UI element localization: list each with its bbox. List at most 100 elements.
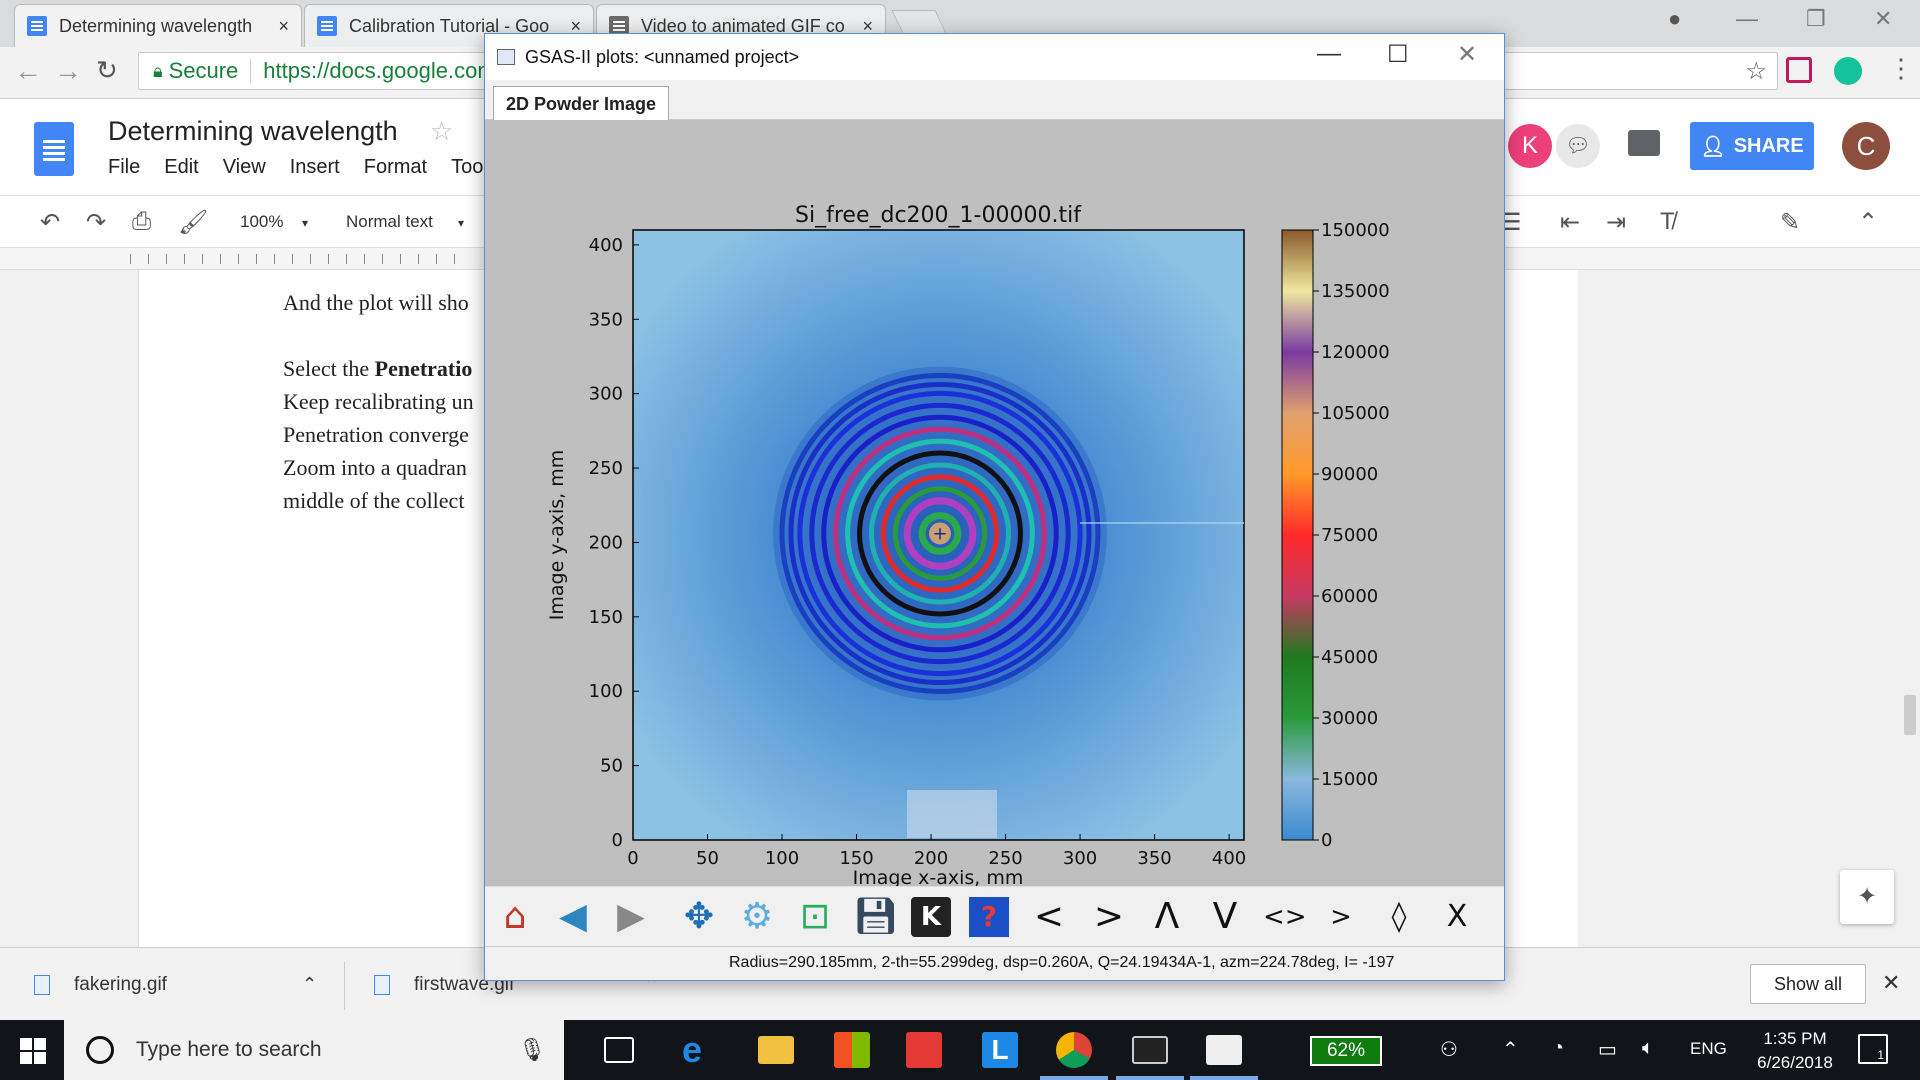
plot-canvas[interactable]: Si_free_dc200_1-00000.tif + 0 50 100 150 200…: [485, 120, 1504, 886]
show-hidden-icon[interactable]: ⌃: [1502, 1037, 1519, 1062]
terminal-icon[interactable]: [1132, 1036, 1168, 1064]
colorbar-ticks: 1500001350001200001050009000075000600004…: [1313, 220, 1390, 851]
print-icon[interactable]: ⎙: [132, 208, 151, 236]
grammarly-icon[interactable]: [1834, 57, 1862, 85]
zoom-icon[interactable]: ⊡: [795, 897, 835, 937]
notifications-icon[interactable]: 1: [1858, 1034, 1888, 1064]
microphone-icon[interactable]: 🎙︎: [518, 1037, 546, 1063]
tab-2d-powder-image[interactable]: 2D Powder Image: [493, 86, 670, 120]
chrome-icon[interactable]: [1056, 1032, 1092, 1068]
volume-icon[interactable]: 🔈︎: [1642, 1037, 1654, 1060]
windows-start-icon[interactable]: [20, 1038, 46, 1064]
app-icon[interactable]: [906, 1032, 942, 1068]
chevron-down-icon[interactable]: ▾: [302, 216, 308, 230]
collapse-icon[interactable]: ⌃: [1858, 208, 1878, 237]
star-icon[interactable]: ☆: [430, 116, 453, 147]
wifi-icon[interactable]: ◔: [1552, 1037, 1564, 1060]
paint-format-icon[interactable]: 🖌︎: [178, 208, 208, 237]
zoom-select[interactable]: 100%: [240, 212, 283, 232]
pocket-icon[interactable]: [1786, 57, 1812, 83]
menu-edit[interactable]: Edit: [164, 156, 198, 179]
close-shelf-icon[interactable]: ✕: [1882, 970, 1900, 996]
share-button[interactable]: 👤︎ SHARE: [1690, 122, 1814, 170]
powder-image-chart[interactable]: Si_free_dc200_1-00000.tif + 0 50 100 150 200…: [485, 120, 1504, 886]
scrollbar-thumb[interactable]: [1904, 695, 1916, 735]
shrink-horizontal-button[interactable]: ><: [1321, 897, 1361, 972]
people-icon[interactable]: ⚇: [1440, 1037, 1458, 1062]
ipython-icon[interactable]: [1206, 1035, 1242, 1065]
minimize-icon[interactable]: —: [1317, 40, 1341, 68]
explore-icon[interactable]: ✦: [1840, 870, 1894, 924]
file-explorer-icon[interactable]: [758, 1036, 794, 1064]
close-window-icon[interactable]: ✕: [1874, 6, 1892, 32]
forward-arrow-icon[interactable]: →: [54, 55, 82, 87]
reload-icon[interactable]: ↻: [96, 55, 118, 86]
redo-icon[interactable]: ↷: [86, 208, 106, 237]
menu-view[interactable]: View: [223, 156, 266, 179]
shift-left-button[interactable]: <: [1029, 897, 1069, 937]
chat-icon[interactable]: 💬︎: [1556, 124, 1600, 168]
increase-indent-icon[interactable]: ⇥: [1606, 208, 1626, 237]
bookmark-star-icon[interactable]: ☆: [1745, 57, 1767, 86]
profile-icon[interactable]: ●: [1668, 6, 1681, 32]
tab-determining-wavelength[interactable]: Determining wavelength ×: [14, 4, 302, 47]
menu-tools[interactable]: Tool: [451, 156, 488, 179]
menu-dots-icon[interactable]: ⋮: [1888, 53, 1914, 84]
restore-icon[interactable]: ❐: [1806, 6, 1826, 32]
back-arrow-icon[interactable]: ←: [14, 55, 42, 87]
clear-formatting-icon[interactable]: T̸: [1660, 208, 1675, 236]
pan-icon[interactable]: ✥: [679, 897, 719, 937]
help-icon[interactable]: ?: [969, 897, 1009, 937]
battery-icon[interactable]: ▭: [1598, 1037, 1617, 1062]
decrease-indent-icon[interactable]: ⇤: [1560, 208, 1580, 237]
shift-down-button[interactable]: V: [1205, 897, 1245, 937]
battery-indicator[interactable]: 62%: [1310, 1036, 1382, 1066]
shrink-vertical-button[interactable]: Ⅹ: [1437, 897, 1477, 937]
comments-icon[interactable]: [1628, 130, 1660, 156]
edge-icon[interactable]: e: [682, 1032, 718, 1068]
close-icon[interactable]: ✕: [1457, 40, 1477, 69]
ruler-ticks: [130, 254, 470, 264]
maximize-icon[interactable]: ☐: [1387, 40, 1409, 69]
undo-icon[interactable]: ↶: [40, 208, 60, 237]
person-add-icon: 👤︎: [1700, 135, 1726, 158]
shift-right-button[interactable]: >: [1089, 897, 1129, 937]
shift-up-button[interactable]: Λ: [1147, 897, 1187, 937]
key-icon[interactable]: K: [911, 897, 951, 937]
url-text: https://docs.google.com: [263, 58, 496, 83]
clock[interactable]: 1:35 PM 6/26/2018: [1740, 1027, 1850, 1075]
editing-mode-icon[interactable]: ✎: [1780, 208, 1800, 237]
language-indicator[interactable]: ENG: [1690, 1039, 1727, 1059]
task-view-icon[interactable]: [604, 1037, 634, 1063]
store-icon[interactable]: [834, 1032, 870, 1068]
back-icon[interactable]: ◀: [553, 897, 593, 937]
active-indicator: [1040, 1076, 1108, 1080]
download-filename: fakering.gif: [74, 974, 167, 995]
taskbar-search[interactable]: Type here to search 🎙︎: [64, 1020, 564, 1080]
gsas-title-bar[interactable]: GSAS-II plots: <unnamed project> — ☐ ✕: [485, 34, 1504, 80]
chevron-up-icon[interactable]: ⌃: [302, 974, 317, 995]
lync-icon[interactable]: L: [982, 1032, 1018, 1068]
menu-insert[interactable]: Insert: [290, 156, 340, 179]
save-icon[interactable]: 💾︎: [853, 897, 899, 937]
download-item[interactable]: fakering.gif: [34, 974, 167, 996]
home-icon[interactable]: ⌂: [495, 897, 535, 937]
collaborator-avatar[interactable]: K: [1508, 124, 1552, 168]
configure-icon[interactable]: ⚙: [737, 897, 777, 937]
chevron-down-icon[interactable]: ▾: [458, 216, 464, 230]
expand-vertical-button[interactable]: ◊: [1379, 897, 1419, 937]
forward-icon[interactable]: ▶: [611, 897, 651, 937]
account-avatar[interactable]: C: [1842, 122, 1890, 170]
document-title[interactable]: Determining wavelength: [108, 116, 398, 147]
style-select[interactable]: Normal text: [346, 212, 433, 232]
close-tab-icon[interactable]: ×: [278, 16, 289, 37]
menu-file[interactable]: File: [108, 156, 140, 179]
show-all-button[interactable]: Show all: [1750, 964, 1866, 1004]
x-tick-label: 300: [1063, 848, 1097, 869]
minimize-icon[interactable]: —: [1736, 6, 1758, 32]
expand-horizontal-button[interactable]: <>: [1263, 897, 1307, 937]
menu-format[interactable]: Format: [364, 156, 427, 179]
plot-toolbar: ⌂ ◀ ▶ ✥ ⚙ ⊡ 💾︎ K ? < > Λ V <> >< ◊ Ⅹ: [485, 886, 1504, 972]
google-docs-logo-icon[interactable]: [34, 122, 74, 176]
docs-menu-bar: File Edit View Insert Format Tool: [108, 156, 488, 179]
